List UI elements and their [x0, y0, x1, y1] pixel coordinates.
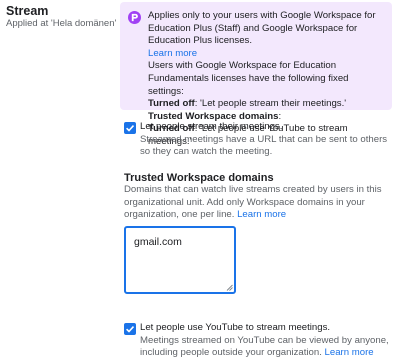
stream-setting-description: Streamed meetings have a URL that can be…	[140, 133, 388, 158]
resize-grip-icon[interactable]	[226, 284, 233, 291]
youtube-learn-more-link[interactable]: Learn more	[325, 347, 374, 358]
notice-learn-more-link[interactable]: Learn more	[148, 48, 197, 59]
trusted-domains-title: Trusted Workspace domains	[124, 172, 274, 184]
checkmark-icon	[126, 326, 135, 333]
license-notice: Applies only to your users with Google W…	[120, 2, 392, 147]
trusted-domains-learn-more-link[interactable]: Learn more	[237, 209, 286, 220]
notice-turned-off-label-1: Turned off	[148, 98, 195, 110]
stream-meetings-checkbox[interactable]	[124, 122, 136, 134]
stream-settings-panel: Stream Applied at 'Hela domänen' Applies…	[0, 0, 400, 359]
trusted-domains-value: gmail.com	[134, 236, 182, 248]
youtube-setting-label: Let people use YouTube to stream meeting…	[140, 322, 331, 333]
trusted-domains-description-block: Domains that can watch live streams crea…	[124, 184, 392, 222]
checkmark-icon	[126, 125, 135, 132]
stream-setting-text: Let people stream their meetings. Stream…	[140, 121, 395, 159]
stream-setting-label: Let people stream their meetings.	[140, 121, 283, 132]
applied-at-label: Applied at 'Hela domänen'	[6, 18, 117, 29]
trusted-domains-textarea[interactable]: gmail.com	[124, 226, 236, 294]
youtube-setting-text: Let people use YouTube to stream meeting…	[140, 322, 395, 359]
notice-text-2: Users with Google Workspace for Educatio…	[148, 60, 349, 97]
youtube-stream-checkbox[interactable]	[124, 323, 136, 335]
notice-turned-off-value-1: : 'Let people stream their meetings.'	[194, 98, 347, 110]
notice-text-1: Applies only to your users with Google W…	[148, 10, 376, 47]
section-title: Stream	[6, 4, 49, 18]
youtube-setting-description-block: Meetings streamed on YouTube can be view…	[140, 335, 395, 359]
premium-badge-icon	[128, 11, 141, 24]
